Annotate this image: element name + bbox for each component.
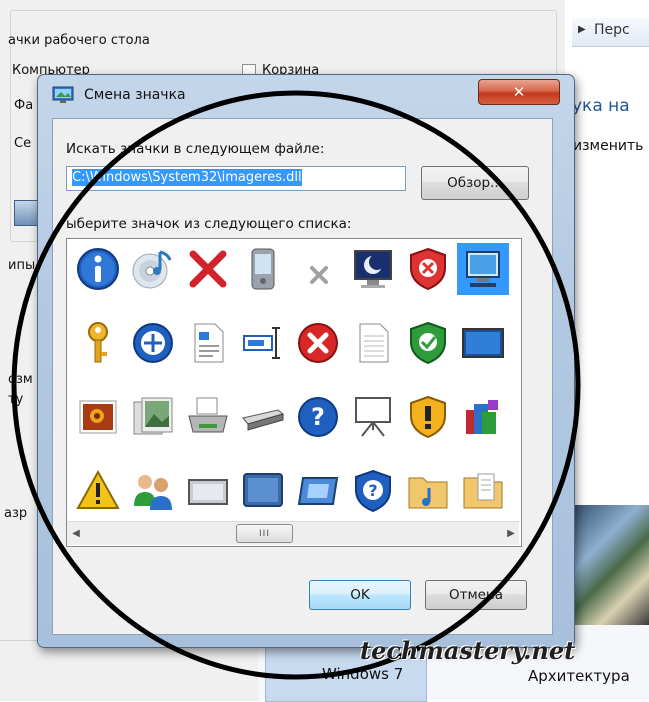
icon-cell[interactable]: ? (292, 391, 344, 443)
svg-text:?: ? (311, 403, 325, 431)
icon-cell[interactable] (457, 465, 509, 517)
icon-cell[interactable] (402, 243, 454, 295)
scroll-right-icon[interactable]: ▶ (505, 526, 517, 540)
bg-fragment-3: ту (8, 392, 24, 407)
monitor-network-icon (466, 251, 500, 287)
icon-cell[interactable] (457, 317, 509, 369)
files-checkbox-label[interactable]: Фа (14, 98, 33, 113)
ok-button[interactable]: OK (309, 580, 411, 610)
icon-cell[interactable] (402, 391, 454, 443)
personalization-heading: ука на (572, 96, 630, 116)
monitor-moon-icon (354, 250, 392, 288)
personalization-link[interactable]: изменить (573, 138, 643, 154)
shield-warning-icon (410, 395, 446, 439)
svg-text:?: ? (368, 481, 377, 500)
warning-icon (76, 469, 120, 509)
icon-cell[interactable] (182, 317, 234, 369)
cd-music-icon (132, 250, 172, 289)
display-frame-icon (297, 477, 339, 505)
icon-cell[interactable] (237, 465, 289, 517)
icon-cell[interactable] (72, 465, 124, 517)
cancel-button[interactable]: Отмена (425, 580, 527, 610)
icon-cell-selected[interactable] (457, 243, 509, 295)
icon-cell[interactable] (72, 243, 124, 295)
help-icon: ? (298, 397, 338, 437)
users-icon (134, 475, 172, 510)
icon-cell[interactable]: ? (347, 465, 399, 517)
scroll-left-icon[interactable]: ◀ (70, 526, 82, 540)
icon-cell[interactable] (347, 243, 399, 295)
breadcrumb-arrow-icon: ▶ (578, 24, 586, 35)
watermark: techmastery.net (360, 636, 576, 665)
delete-x-icon (189, 250, 227, 288)
icon-cell[interactable] (72, 391, 124, 443)
photo-gallery-icon (133, 397, 173, 435)
theme-windows7-label[interactable]: Windows 7 (322, 665, 403, 683)
info-icon (77, 248, 119, 290)
document-chart-icon (194, 323, 224, 363)
browse-button[interactable]: Обзор... (421, 166, 529, 200)
icon-list[interactable]: ? ? (66, 238, 522, 547)
theme-architecture-thumbnail[interactable] (570, 505, 649, 625)
presentation-icon (355, 397, 391, 437)
icon-cell[interactable] (127, 243, 179, 295)
blank-document-icon (359, 323, 389, 363)
path-input-value: C:\Windows\System32\imageres.dll (72, 169, 302, 186)
close-icon: ✕ (512, 83, 526, 101)
music-folder-icon (408, 477, 448, 509)
icon-cell[interactable] (182, 243, 234, 295)
select-icon-label: ыберите значок из следующего списка: (66, 216, 352, 232)
icon-cell[interactable] (127, 465, 179, 517)
shield-help-icon: ? (355, 469, 391, 513)
icon-cell[interactable] (237, 243, 289, 295)
printer-icon (188, 397, 228, 433)
icon-cell[interactable] (347, 317, 399, 369)
shield-check-icon (410, 321, 446, 365)
scrollbar-thumb[interactable]: III (236, 524, 293, 543)
error-circle-icon (298, 323, 338, 363)
bg-fragment-4: азр (4, 506, 28, 521)
network-globe-icon (133, 323, 173, 363)
theme-architecture-label[interactable]: Архитектура (528, 667, 630, 685)
documents-folder-icon (463, 473, 503, 509)
rename-cursor-icon (243, 327, 280, 359)
icon-cell[interactable] (402, 465, 454, 517)
icon-file-path-input[interactable]: C:\Windows\System32\imageres.dll (66, 166, 406, 191)
bg-footer (0, 640, 260, 701)
icon-cell[interactable] (402, 317, 454, 369)
group-title: ачки рабочего стола (8, 33, 150, 48)
network-checkbox-label[interactable]: Се (14, 136, 31, 151)
monitor-wide-icon (462, 328, 504, 358)
icon-cell[interactable] (292, 317, 344, 369)
close-button[interactable]: ✕ (478, 79, 560, 105)
photo-icon (79, 400, 117, 434)
scanner-icon (242, 409, 285, 431)
shield-error-icon (410, 247, 446, 291)
icon-cell[interactable] (237, 391, 289, 443)
dialog-title-icon (52, 86, 76, 104)
address-bar[interactable]: ▶ Перс (572, 18, 649, 47)
icon-cell[interactable] (292, 243, 344, 295)
icon-cell[interactable] (292, 465, 344, 517)
small-x-icon (310, 266, 328, 284)
breadcrumb-personalization[interactable]: Перс (594, 22, 630, 38)
icon-cell[interactable] (182, 465, 234, 517)
display-blue-icon (243, 473, 283, 507)
icon-cell[interactable] (237, 317, 289, 369)
icon-cell[interactable] (72, 317, 124, 369)
programs-icon (466, 400, 498, 434)
key-icon (88, 322, 108, 363)
bg-fragment-2: озм (8, 372, 33, 387)
dialog-title: Смена значка (84, 87, 186, 103)
search-file-label: Искать значки в следующем файле: (66, 141, 325, 157)
icon-cell[interactable] (457, 391, 509, 443)
icon-cell[interactable] (182, 391, 234, 443)
pda-device-icon (251, 248, 275, 290)
horizontal-scrollbar[interactable] (67, 521, 519, 545)
icon-cell[interactable] (127, 317, 179, 369)
display-panel-icon (188, 479, 228, 505)
bg-fragment-1: ипы (8, 258, 36, 273)
icon-cell[interactable] (127, 391, 179, 443)
icon-cell[interactable] (347, 391, 399, 443)
